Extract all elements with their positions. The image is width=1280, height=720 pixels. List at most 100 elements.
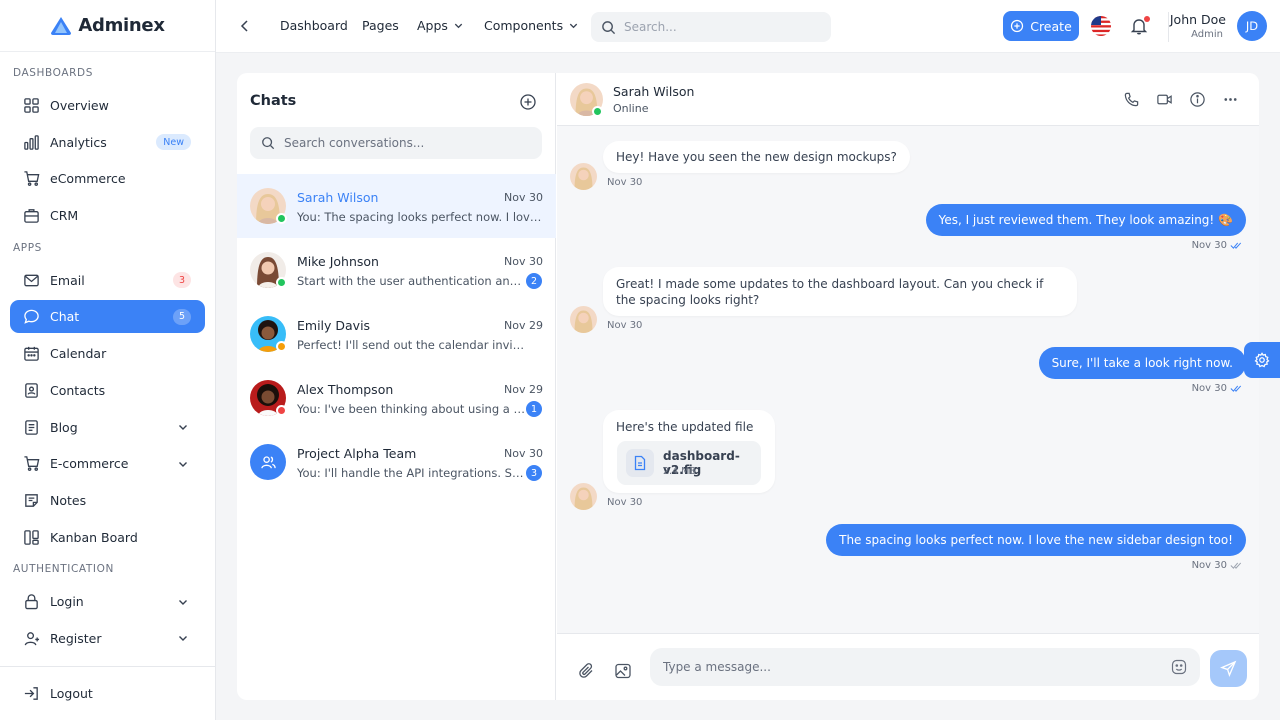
conversation-search[interactable] [250,127,542,159]
chat-list-panel: Chats Sarah Wilson Nov 30 You: The spaci… [237,73,556,700]
conversation-name: Sarah Wilson [297,190,379,205]
brand-name: Adminex [78,15,165,36]
user-role: Admin [1191,29,1223,40]
group-avatar [250,444,286,480]
sidebar-item-chat[interactable]: Chat 5 [10,300,205,334]
section-dashboards: DASHBOARDS [13,67,93,79]
message-input-wrapper[interactable] [650,648,1200,686]
create-button[interactable]: Create [1003,11,1079,41]
conversation-name: Emily Davis [297,318,371,333]
nav-link-label: Apps [417,18,448,33]
message-input[interactable] [663,660,1143,674]
sticky-note-icon [25,494,38,507]
conversation-item[interactable]: Project Alpha Team Nov 30 You: I'll hand… [237,430,556,494]
sidebar-item-ecommerce[interactable]: eCommerce [10,162,205,195]
sidebar-item-notes[interactable]: Notes [10,484,205,517]
sidebar-item-overview[interactable]: Overview [10,89,205,122]
file-attachment[interactable]: dashboard-v2.fig 2.4 MB [617,441,761,485]
message-time: Nov 30 [607,320,643,331]
emoji-icon[interactable] [1170,658,1188,676]
conversation-item[interactable]: Mike Johnson Nov 30 Start with the user … [237,238,556,302]
notification-dot [1144,16,1150,22]
nav-pages-link[interactable]: Pages [362,18,399,33]
conversation-header: Sarah Wilson Online [557,73,1259,126]
conversation-item[interactable]: Alex Thompson Nov 29 You: I've been thin… [237,366,556,430]
sidebar-item-label: E-commerce [50,456,129,472]
send-button[interactable] [1210,650,1247,687]
paperclip-icon[interactable] [578,662,596,680]
unread-count-badge: 2 [526,273,542,289]
sidebar: Adminex DASHBOARDS Overview Analytics Ne… [0,0,216,720]
users-icon [260,455,276,468]
sidebar-item-blog[interactable]: Blog [10,411,205,444]
chevron-down-icon [569,23,578,29]
sidebar-item-crm[interactable]: CRM [10,199,205,232]
settings-panel-toggle[interactable] [1244,342,1280,378]
sidebar-item-calendar[interactable]: Calendar [10,337,205,370]
sidebar-item-label: Calendar [50,346,107,362]
conversation-date: Nov 30 [504,191,543,204]
conversation-item[interactable]: Sarah Wilson Nov 30 You: The spacing loo… [237,174,556,238]
conversation-name: Mike Johnson [297,254,379,269]
logout-button[interactable]: Logout [10,677,205,710]
cart-icon [24,456,40,472]
mail-icon [24,274,39,287]
global-search[interactable] [591,12,831,42]
conversation-preview: You: I'll handle the API integrations. S… [297,466,525,480]
cart-icon [24,171,40,187]
logout-area: Logout [0,666,215,720]
phone-icon[interactable] [1123,91,1140,108]
briefcase-icon [24,209,39,223]
conversation-preview: Start with the user authentication and t… [297,274,525,288]
sidebar-item-kanban[interactable]: Kanban Board [10,521,205,554]
file-icon [626,449,654,477]
avatar [570,306,597,333]
chevron-down-icon [454,23,463,29]
sidebar-item-e-commerce[interactable]: E-commerce [10,447,205,480]
nav-link-label: Components [484,18,564,33]
user-name: John Doe [1169,12,1226,27]
message-meta: Nov 30 [1192,383,1242,394]
nav-dashboard-link[interactable]: Dashboard [280,18,348,33]
nav-apps-menu[interactable]: Apps [417,18,464,33]
sidebar-item-email[interactable]: Email 3 [10,264,205,297]
new-chat-plus-icon[interactable] [519,93,537,111]
file-size: 2.4 MB [663,466,696,477]
avatar [570,163,597,190]
conversation-search-input[interactable] [284,136,524,150]
brand[interactable]: Adminex [0,0,215,52]
conversation-date: Nov 29 [504,319,543,332]
conversation-item[interactable]: Emily Davis Nov 29 Perfect! I'll send ou… [237,302,556,366]
search-input[interactable] [624,20,804,34]
sidebar-item-label: eCommerce [50,171,126,187]
us-flag-icon[interactable] [1091,16,1111,36]
double-check-icon [1230,562,1242,569]
more-options-icon[interactable] [1222,91,1239,108]
image-icon[interactable] [614,662,632,680]
message-bubble-outgoing: Sure, I'll take a look right now. [1038,347,1246,379]
video-icon[interactable] [1156,91,1173,108]
new-badge: New [156,134,191,151]
create-label: Create [1030,18,1072,34]
sidebar-item-label: Overview [50,98,109,113]
online-status-dot [592,106,603,117]
message-time: Nov 30 [607,177,643,188]
message-text: Hey! Have you seen the new design mockup… [616,150,897,164]
chevron-down-icon [179,636,187,642]
nav-components-menu[interactable]: Components [484,18,579,33]
chevron-down-icon [179,425,187,430]
message-time: Nov 30 [607,497,643,508]
conversation-name: Alex Thompson [297,382,394,397]
sidebar-item-login[interactable]: Login [10,585,205,618]
sidebar-item-analytics[interactable]: Analytics New [10,126,205,159]
message-bubble-outgoing: Yes, I just reviewed them. They look ama… [925,204,1246,236]
chat-bubble-icon [24,310,39,325]
kanban-icon [24,529,39,545]
info-icon[interactable] [1189,91,1206,108]
contact-status: Online [613,102,649,115]
chevron-left-icon[interactable] [238,18,252,34]
chevron-down-icon [179,599,187,605]
sidebar-item-contacts[interactable]: Contacts [10,374,205,407]
user-avatar[interactable]: JD [1237,11,1267,41]
sidebar-item-register[interactable]: Register [10,622,205,655]
